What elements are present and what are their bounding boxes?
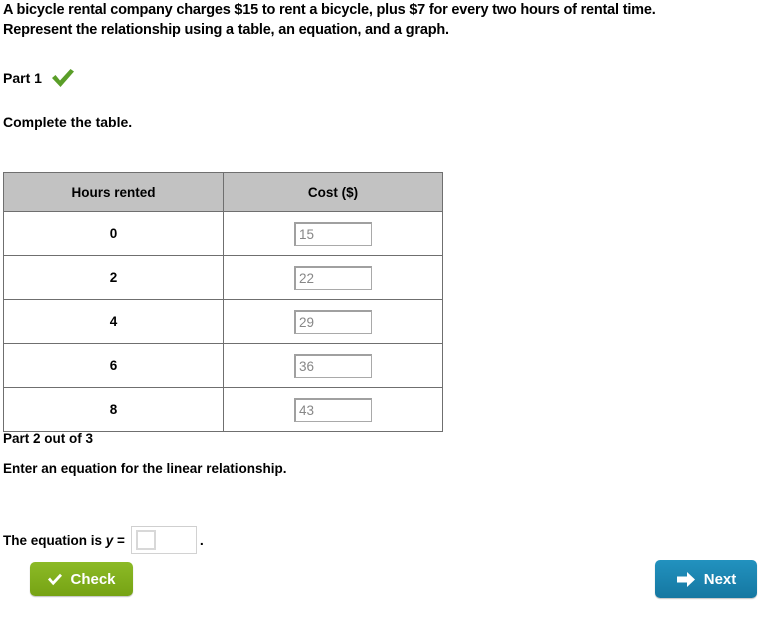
hours-value: 6 <box>109 357 118 373</box>
arrow-right-icon <box>676 571 696 588</box>
table-cell-hours: 0 <box>3 211 224 256</box>
table-cell-hours: 8 <box>3 387 224 432</box>
table-row: 8 <box>3 387 443 432</box>
cost-input-row-1[interactable] <box>294 221 372 246</box>
hours-value: 4 <box>109 313 118 329</box>
hours-value: 0 <box>109 225 118 241</box>
cost-input-row-4[interactable] <box>294 353 372 378</box>
table-cell-hours: 4 <box>3 299 224 344</box>
table-cell-cost <box>223 299 443 344</box>
part-1-label: Part 1 <box>3 70 42 86</box>
part-2-instruction: Enter an equation for the linear relatio… <box>3 461 287 476</box>
table-row: 0 <box>3 211 443 256</box>
column-header-hours-rented: Hours rented <box>3 172 224 212</box>
part-1-instruction: Complete the table. <box>3 114 133 130</box>
table-row: 4 <box>3 299 443 344</box>
column-header-cost: Cost ($) <box>223 172 443 212</box>
next-button[interactable]: Next <box>655 560 757 598</box>
equation-prefix-text: The equation is <box>3 532 106 548</box>
check-icon <box>47 573 63 586</box>
equation-equals-sign: = <box>113 532 125 548</box>
table-cell-cost <box>223 255 443 300</box>
table-row: 2 <box>3 255 443 300</box>
part-2-label: Part 2 out of 3 <box>3 431 94 446</box>
equation-row: The equation is y = . <box>3 526 204 554</box>
next-button-label: Next <box>703 570 737 588</box>
table-cell-cost <box>223 387 443 432</box>
table-cell-hours: 6 <box>3 343 224 388</box>
problem-line-1: A bicycle rental company charges $15 to … <box>3 2 656 18</box>
cost-input-row-5[interactable] <box>294 397 372 422</box>
table-header-row: Hours rented Cost ($) <box>3 172 443 212</box>
equation-period: . <box>199 532 204 548</box>
equation-placeholder-box <box>135 530 156 550</box>
equation-prefix: The equation is y = <box>3 533 125 548</box>
green-check-icon <box>50 68 76 88</box>
table-cell-cost <box>223 343 443 388</box>
table-cell-hours: 2 <box>3 255 224 300</box>
hours-value: 8 <box>109 401 118 417</box>
hours-value: 2 <box>109 269 118 285</box>
cost-input-row-2[interactable] <box>294 265 372 290</box>
check-button[interactable]: Check <box>30 562 133 596</box>
problem-line-2: Represent the relationship using a table… <box>3 22 449 38</box>
table-cell-cost <box>223 211 443 256</box>
check-button-label: Check <box>70 570 116 588</box>
equation-input[interactable] <box>130 526 197 554</box>
hours-cost-table: Hours rented Cost ($) 0 2 4 <box>3 172 443 432</box>
problem-statement: A bicycle rental company charges $15 to … <box>3 0 773 40</box>
cost-input-row-3[interactable] <box>294 309 372 334</box>
table-row: 6 <box>3 343 443 388</box>
part-1-header: Part 1 <box>3 68 76 88</box>
